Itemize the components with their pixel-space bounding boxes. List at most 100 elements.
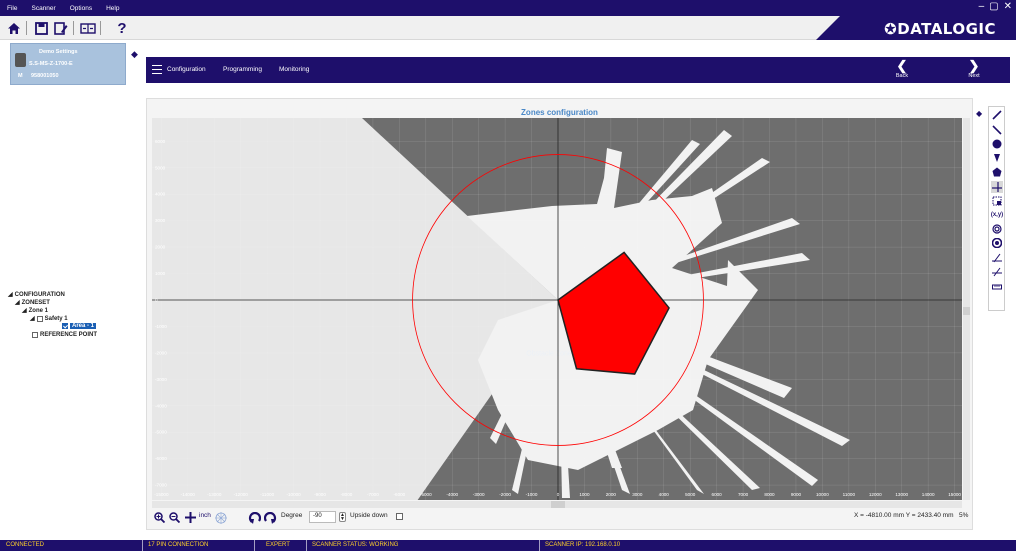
close-button[interactable]: ✕ [1004,1,1012,12]
tree-label-selected: Area - 1 [70,323,97,329]
x-tick-label: 12000 [869,492,882,497]
x-tick-label: 3000 [632,492,643,497]
upside-down-checkbox[interactable] [396,513,403,520]
menu-file[interactable]: File [0,5,24,12]
grid-toggle-icon[interactable] [215,512,227,524]
tree-label: Safety 1 [44,315,68,322]
drawing-tools-palette: (x,y) [988,106,1005,311]
scanner-status: SCANNER STATUS: WORKING [312,542,399,548]
next-button[interactable]: ❯ Next [962,59,986,80]
pin-connection-status: 17 PIN CONNECTION [148,542,209,548]
zoom-in-icon[interactable] [154,512,165,523]
nav-programming[interactable]: Programming [223,66,262,73]
device-m-label: M [18,73,23,79]
x-tick-label: -13000 [207,492,222,497]
menu-scanner[interactable]: Scanner [24,5,62,12]
next-label: Next [968,73,980,79]
tree-label: REFERENCE POINT [40,332,98,338]
home-icon[interactable] [4,19,24,37]
menu-help[interactable]: Help [99,5,126,12]
brand-logo: ✪DATALOGIC [816,16,1016,40]
collapse-sidebar-icon[interactable]: ◆ [131,49,138,60]
upside-down-label: Upside down [350,512,388,519]
unit-label[interactable]: inch [199,512,211,519]
circle-tool-icon[interactable] [991,138,1003,150]
expand-icon[interactable]: ◢ [22,307,27,314]
logo-text: ✪DATALOGIC [884,20,996,38]
chevron-left-icon: ❮ [896,58,908,73]
nav-monitoring[interactable]: Monitoring [279,66,309,73]
reference-point-checkbox[interactable] [32,332,38,338]
status-divider [254,540,255,551]
ruler-icon[interactable] [991,281,1003,293]
x-tick-label: -3000 [473,492,485,497]
pan-icon[interactable] [185,512,196,523]
line-tool-icon[interactable] [991,124,1003,136]
x-tick-label: -11000 [260,492,274,497]
expand-icon[interactable]: ◢ [15,299,20,306]
coordinates-tool-icon[interactable]: (x,y) [991,209,1003,221]
x-tick-label: -1000 [526,492,538,497]
filled-circles-icon[interactable] [991,237,1003,249]
save-icon[interactable] [31,19,51,37]
concentric-circles-icon[interactable] [991,223,1003,235]
device-card[interactable]: Demo Settings S.S-MS-Z-1700-E M 95800105… [10,43,126,85]
access-mode: EXPERT [266,542,290,548]
degree-label: Degree [281,512,303,519]
tree-label: Zone 1 [28,307,48,314]
expand-icon[interactable]: ◢ [8,291,13,298]
rotate-left-icon[interactable] [248,512,261,524]
x-tick-label: 15000 [948,492,961,497]
zoom-level: 5% [959,512,969,519]
select-region-tool-icon[interactable] [991,195,1003,207]
degree-input[interactable]: -90 [309,511,336,523]
degree-spinner[interactable]: ▲ ▼ [339,512,346,522]
toolbar-separator [100,21,101,35]
y-tick-label: 2000 [155,245,166,250]
device-model: S.S-MS-Z-1700-E [29,61,73,67]
polygon-tool-icon[interactable] [991,166,1003,178]
menu-options[interactable]: Options [63,5,99,12]
zoom-out-icon[interactable] [169,512,180,523]
move-point-tool-icon[interactable] [991,181,1003,193]
vertical-scroll-thumb[interactable] [963,307,970,315]
device-serial: 958001050 [31,73,59,79]
tools-expand-icon[interactable]: ◆ [976,109,982,118]
x-tick-label: 10000 [816,492,829,497]
y-tick-label: -7000 [155,483,167,488]
tree-node-configuration[interactable]: ◢ CONFIGURATION [8,291,65,299]
back-button[interactable]: ❮ Back [890,58,914,80]
x-tick-label: -8000 [341,492,353,497]
nav-configuration[interactable]: Configuration [167,66,206,73]
hamburger-menu-icon[interactable] [152,65,162,74]
plot-bottom-toolbar: inch Degree -90 ▲ ▼ Upside down X = -4810… [152,510,970,526]
help-icon[interactable]: ? [112,19,132,37]
angle-offset-tool-icon[interactable] [991,266,1003,278]
area-1-checkbox[interactable] [62,323,68,329]
tree-node-area-1[interactable]: Area - 1 [62,323,97,329]
status-divider [306,540,307,551]
zones-plot[interactable]: Obstacle Zone -15000 -14000 -13000 -12000 -1… [152,118,970,508]
pencil-icon[interactable] [991,109,1003,121]
tree-node-zone-1[interactable]: ◢ Zone 1 [22,307,48,315]
toolbar-separator [73,21,74,35]
rotate-right-icon[interactable] [264,512,277,524]
sector-tool-icon[interactable] [991,152,1003,164]
safety-1-checkbox[interactable] [36,315,43,322]
compare-icon[interactable] [78,19,98,37]
x-tick-label: 14000 [922,492,935,497]
tree-node-safety-1[interactable]: ◢ Safety 1 [30,315,68,322]
x-tick-label: -5000 [420,492,432,497]
tree-node-reference-point[interactable]: REFERENCE POINT [32,332,97,338]
y-tick-label: -3000 [155,377,167,382]
maximize-button[interactable]: ▢ [989,1,998,12]
y-tick-label: 4000 [155,192,166,197]
minimize-button[interactable]: – [979,1,985,12]
horizontal-scroll-thumb[interactable] [551,501,565,508]
angle-tool-icon[interactable] [991,252,1003,264]
watermark-text: Obstacle Zone [526,351,572,358]
edit-document-icon[interactable] [51,19,71,37]
expand-icon[interactable]: ◢ [30,315,35,322]
tree-node-zoneset[interactable]: ◢ ZONESET [15,299,50,307]
tree-label: CONFIGURATION [14,291,65,298]
